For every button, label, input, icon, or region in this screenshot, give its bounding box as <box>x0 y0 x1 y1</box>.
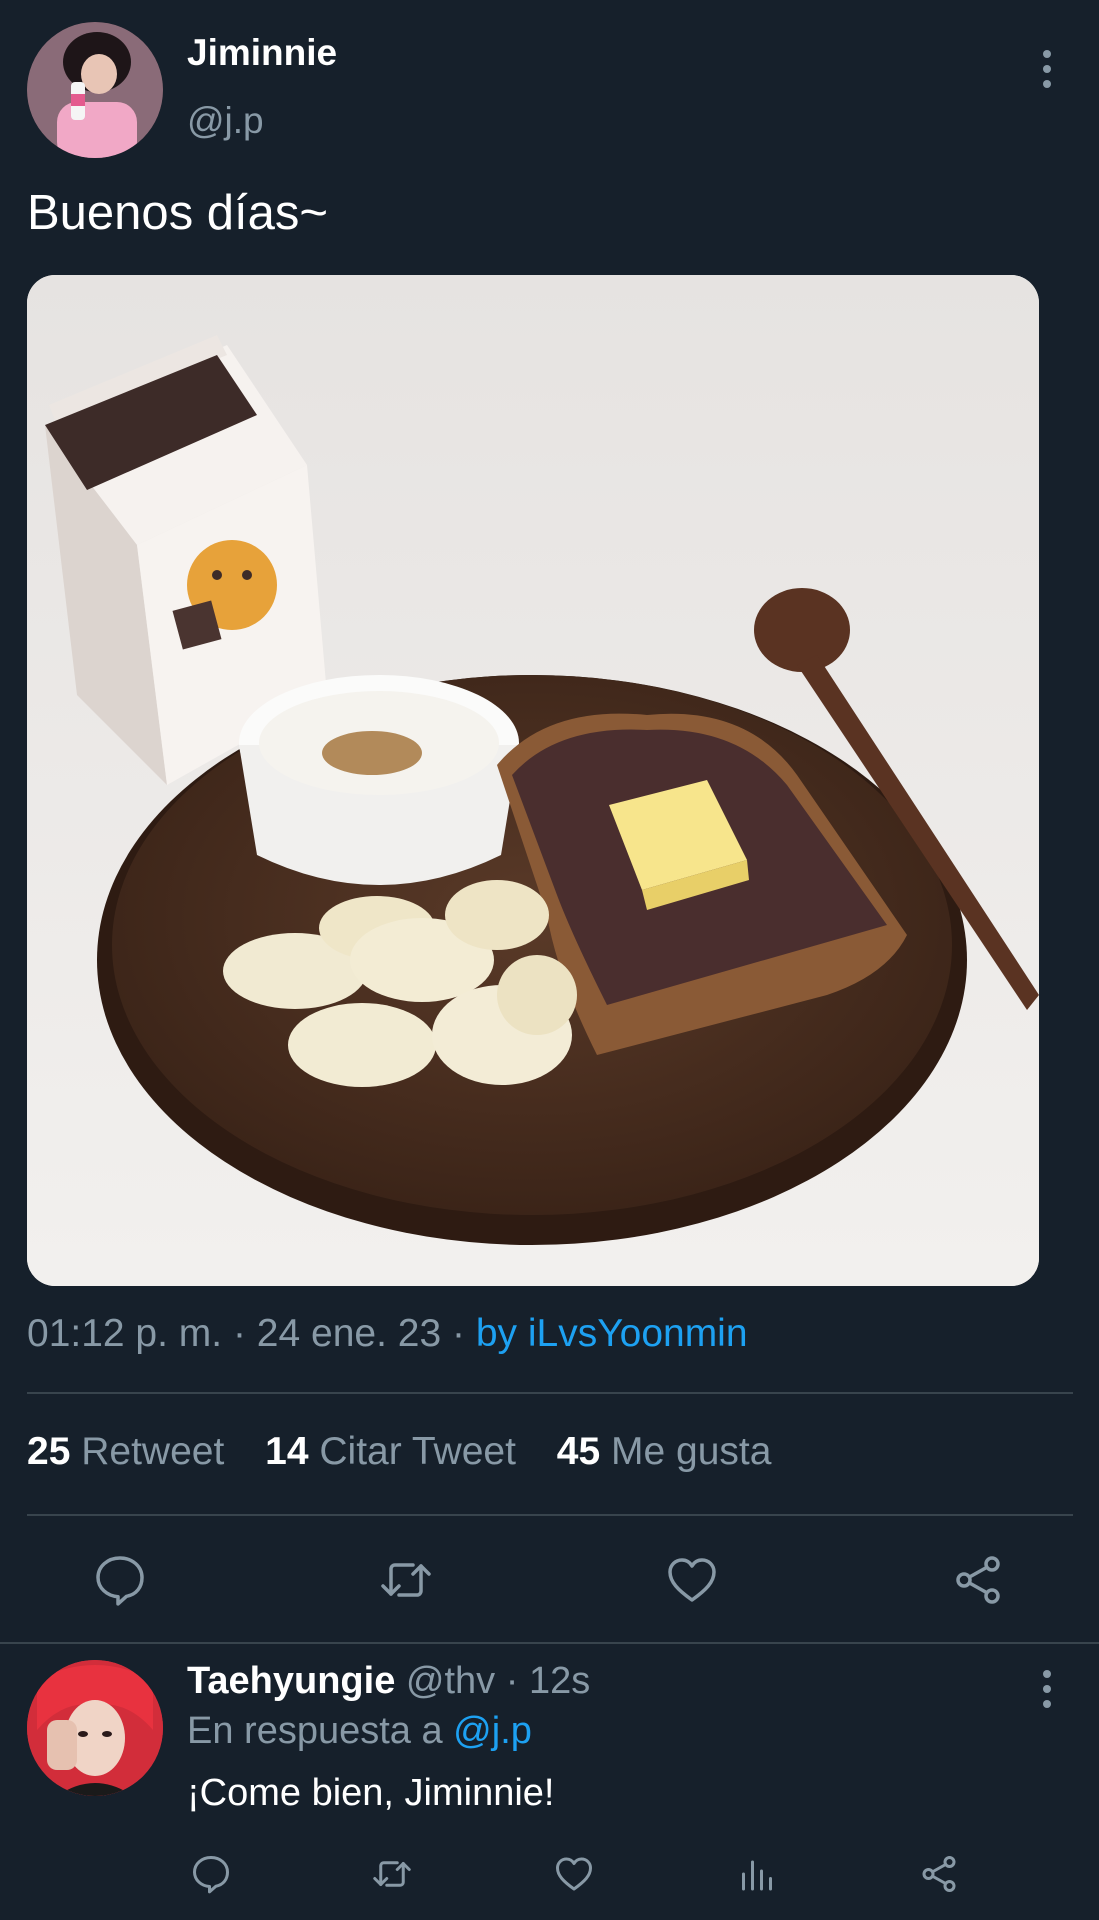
likes-count: 45 <box>556 1430 601 1473</box>
likes-label: Me gusta <box>611 1430 772 1473</box>
more-vertical-icon[interactable] <box>1037 48 1057 90</box>
tweet-text: Buenos días~ <box>27 186 329 240</box>
tweet-timestamp: 01:12 p. m. · 24 ene. 23 · by iLvsYoonmi… <box>27 1312 748 1356</box>
tweet-stats: 25 Retweet 14 Citar Tweet 45 Me gusta <box>27 1430 801 1474</box>
tweet-date: 24 ene. 23 <box>256 1312 442 1355</box>
reply-icon[interactable] <box>190 1853 232 1895</box>
tweet-media-image[interactable] <box>27 275 1039 1286</box>
tweet-source-link[interactable]: by iLvsYoonmin <box>476 1312 748 1355</box>
divider <box>27 1392 1073 1394</box>
retweets-label: Retweet <box>81 1430 225 1473</box>
meta-separator: · <box>441 1312 476 1355</box>
retweet-icon[interactable] <box>371 1853 413 1895</box>
divider <box>0 1642 1099 1644</box>
share-icon[interactable] <box>950 1552 1006 1608</box>
reply-icon[interactable] <box>92 1552 148 1608</box>
meta-separator: · <box>222 1312 257 1355</box>
reply-header: Taehyungie @thv · 12s <box>187 1660 590 1703</box>
more-vertical-icon[interactable] <box>1037 1668 1057 1710</box>
retweets-count: 25 <box>27 1430 71 1473</box>
tweet-time: 01:12 p. m. <box>27 1312 223 1355</box>
author-name[interactable]: Jiminnie <box>187 32 337 74</box>
analytics-icon[interactable] <box>736 1853 778 1895</box>
heart-icon[interactable] <box>664 1552 720 1608</box>
likes-stat[interactable]: 45 Me gusta <box>557 1430 802 1473</box>
reply-text: ¡Come bien, Jiminnie! <box>187 1772 555 1814</box>
reply-author-handle[interactable]: @thv <box>406 1660 495 1702</box>
reply-time: · 12s <box>495 1660 591 1702</box>
in-reply-prefix: En respuesta a <box>187 1710 454 1752</box>
in-reply-to: En respuesta a @j.p <box>187 1710 532 1753</box>
quotes-stat[interactable]: 14 Citar Tweet <box>265 1430 546 1473</box>
reply-author-avatar[interactable] <box>27 1660 163 1796</box>
retweets-stat[interactable]: 25 Retweet <box>27 1430 254 1473</box>
author-handle[interactable]: @j.p <box>187 100 264 142</box>
divider <box>27 1514 1073 1516</box>
heart-icon[interactable] <box>553 1853 595 1895</box>
quotes-count: 14 <box>265 1430 309 1473</box>
author-avatar[interactable] <box>27 22 163 158</box>
share-icon[interactable] <box>918 1853 960 1895</box>
reply-author-name[interactable]: Taehyungie <box>187 1660 395 1702</box>
quotes-label: Citar Tweet <box>319 1430 516 1473</box>
retweet-icon[interactable] <box>378 1552 434 1608</box>
in-reply-handle-link[interactable]: @j.p <box>453 1710 532 1752</box>
